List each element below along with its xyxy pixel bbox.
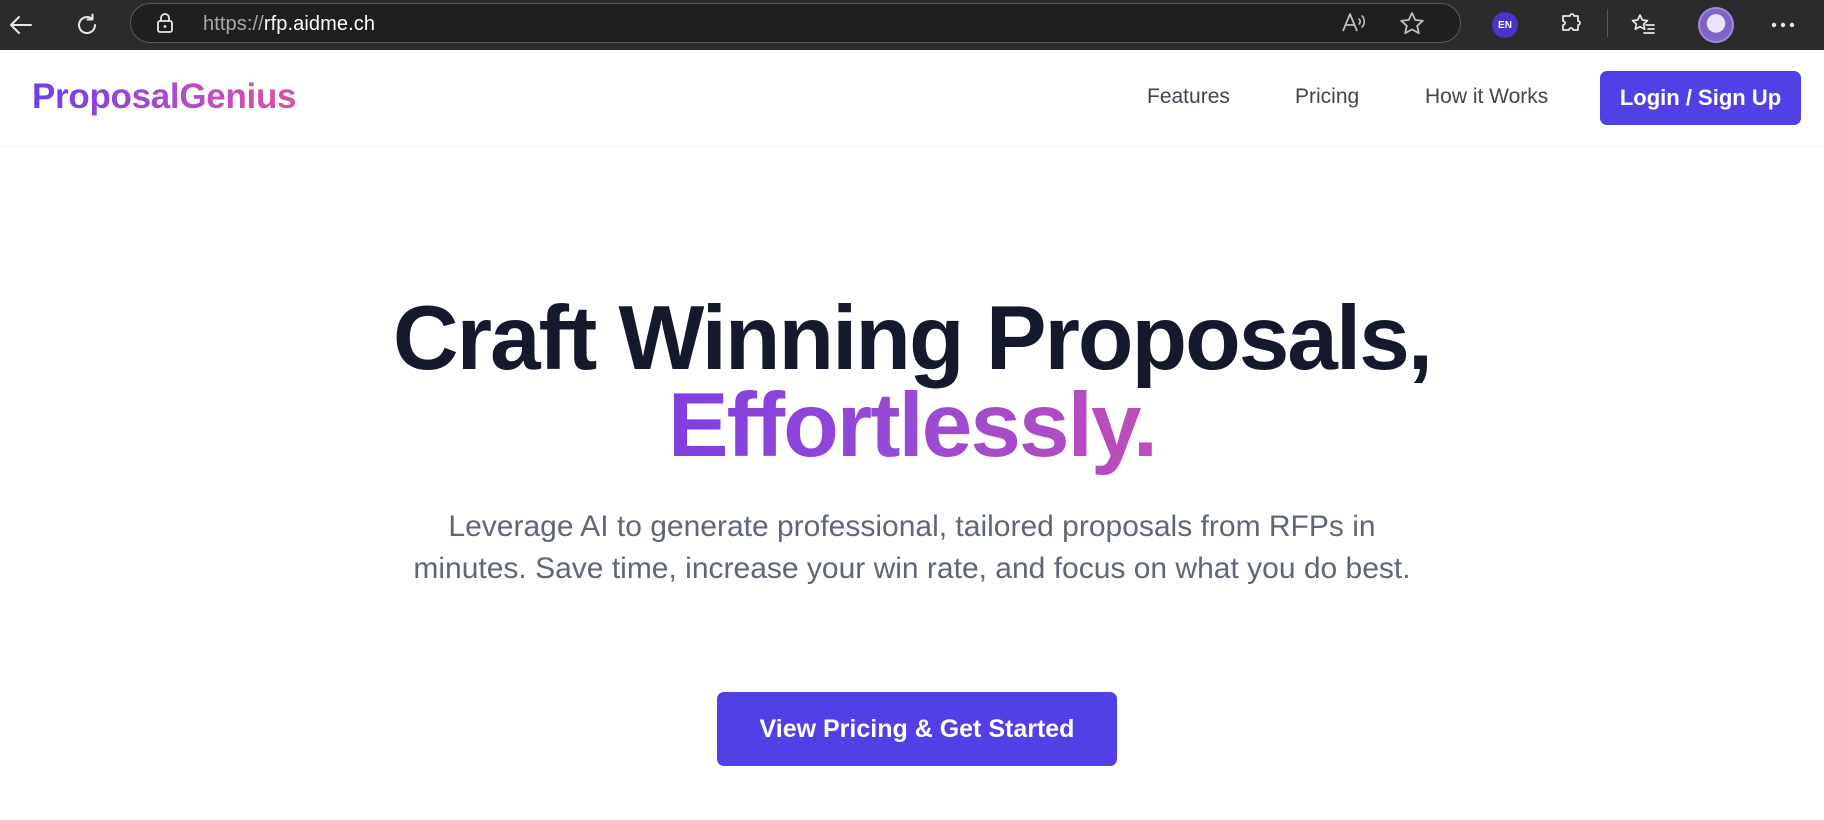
- hero-title-highlight: Effortlessly.: [0, 380, 1824, 471]
- hero-title: Craft Winning Proposals,: [392, 288, 1433, 389]
- browser-toolbar: https://rfp.aidme.ch EN: [0, 0, 1824, 50]
- lock-icon[interactable]: [155, 12, 175, 34]
- read-aloud-icon[interactable]: [1340, 10, 1368, 36]
- extensions-puzzle-icon[interactable]: [1553, 8, 1587, 42]
- refresh-icon[interactable]: [70, 8, 104, 42]
- hero-section: Craft Winning Proposals, Effortlessly. L…: [0, 147, 1824, 820]
- url-text[interactable]: https://rfp.aidme.ch: [203, 13, 375, 36]
- view-pricing-cta-button[interactable]: View Pricing & Get Started: [717, 692, 1117, 766]
- site-logo[interactable]: ProposalGenius: [32, 77, 297, 117]
- back-arrow-icon[interactable]: [4, 8, 38, 42]
- nav-link-pricing[interactable]: Pricing: [1295, 85, 1359, 109]
- url-scheme: https://: [203, 13, 264, 35]
- profile-avatar[interactable]: [1696, 5, 1736, 45]
- hero-subtitle: Leverage AI to generate professional, ta…: [413, 510, 1411, 585]
- lang-badge: EN: [1492, 12, 1518, 38]
- nav-link-features[interactable]: Features: [1147, 85, 1230, 109]
- favorites-list-icon[interactable]: [1626, 8, 1660, 42]
- site-header: ProposalGenius Features Pricing How it W…: [0, 50, 1824, 147]
- nav-link-how-it-works[interactable]: How it Works: [1425, 85, 1548, 109]
- hero-title-gradient-text: Effortlessly.: [667, 375, 1158, 476]
- address-bar[interactable]: https://rfp.aidme.ch: [130, 3, 1461, 43]
- favorite-star-icon[interactable]: [1398, 10, 1426, 38]
- login-signup-button[interactable]: Login / Sign Up: [1600, 71, 1801, 125]
- url-host: rfp.aidme.ch: [263, 13, 376, 35]
- toolbar-divider: [1607, 9, 1608, 37]
- profile-avatar-image: [1698, 7, 1734, 43]
- translate-extension-icon[interactable]: EN: [1488, 8, 1522, 42]
- more-options-icon[interactable]: [1766, 8, 1800, 42]
